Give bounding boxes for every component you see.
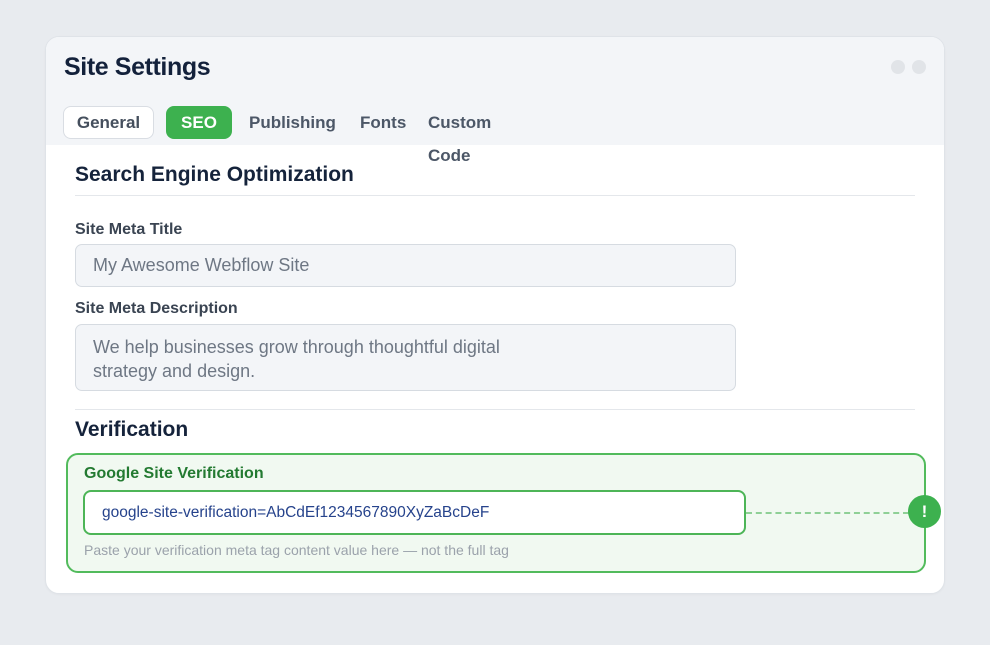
tab-seo[interactable]: SEO	[166, 106, 232, 139]
tab-publishing[interactable]: Publishing	[249, 106, 336, 139]
tab-custom-code[interactable]: Custom Code	[428, 106, 491, 165]
section-divider	[75, 409, 915, 410]
google-verification-input[interactable]: google-site-verification=AbCdEf123456789…	[83, 490, 746, 535]
window-dot-icon[interactable]	[912, 60, 926, 74]
window-controls	[891, 60, 926, 74]
window-dot-icon[interactable]	[891, 60, 905, 74]
seo-section-heading: Search Engine Optimization	[75, 163, 354, 186]
section-divider	[75, 195, 915, 196]
page-title: Site Settings	[64, 53, 211, 81]
callout-connector	[746, 512, 909, 514]
site-settings-window: Site Settings General SEO Publishing Fon…	[45, 36, 945, 594]
google-verification-hint: Paste your verification meta tag content…	[84, 542, 509, 558]
tab-general[interactable]: General	[63, 106, 154, 139]
meta-description-label: Site Meta Description	[75, 300, 238, 317]
verification-section-heading: Verification	[75, 418, 189, 441]
google-verification-label: Google Site Verification	[84, 465, 264, 482]
meta-description-line: We help businesses grow through thoughtf…	[93, 337, 500, 357]
meta-description-line: strategy and design.	[93, 361, 256, 381]
meta-title-input[interactable]: My Awesome Webflow Site	[75, 244, 736, 287]
meta-title-label: Site Meta Title	[75, 221, 183, 238]
warning-badge-icon: !	[908, 495, 941, 528]
header-bar: Site Settings General SEO Publishing Fon…	[46, 37, 944, 165]
tab-fonts[interactable]: Fonts	[360, 106, 406, 139]
warning-badge-symbol: !	[921, 502, 928, 521]
meta-description-textarea[interactable]: We help businesses grow through thoughtf…	[75, 324, 736, 391]
